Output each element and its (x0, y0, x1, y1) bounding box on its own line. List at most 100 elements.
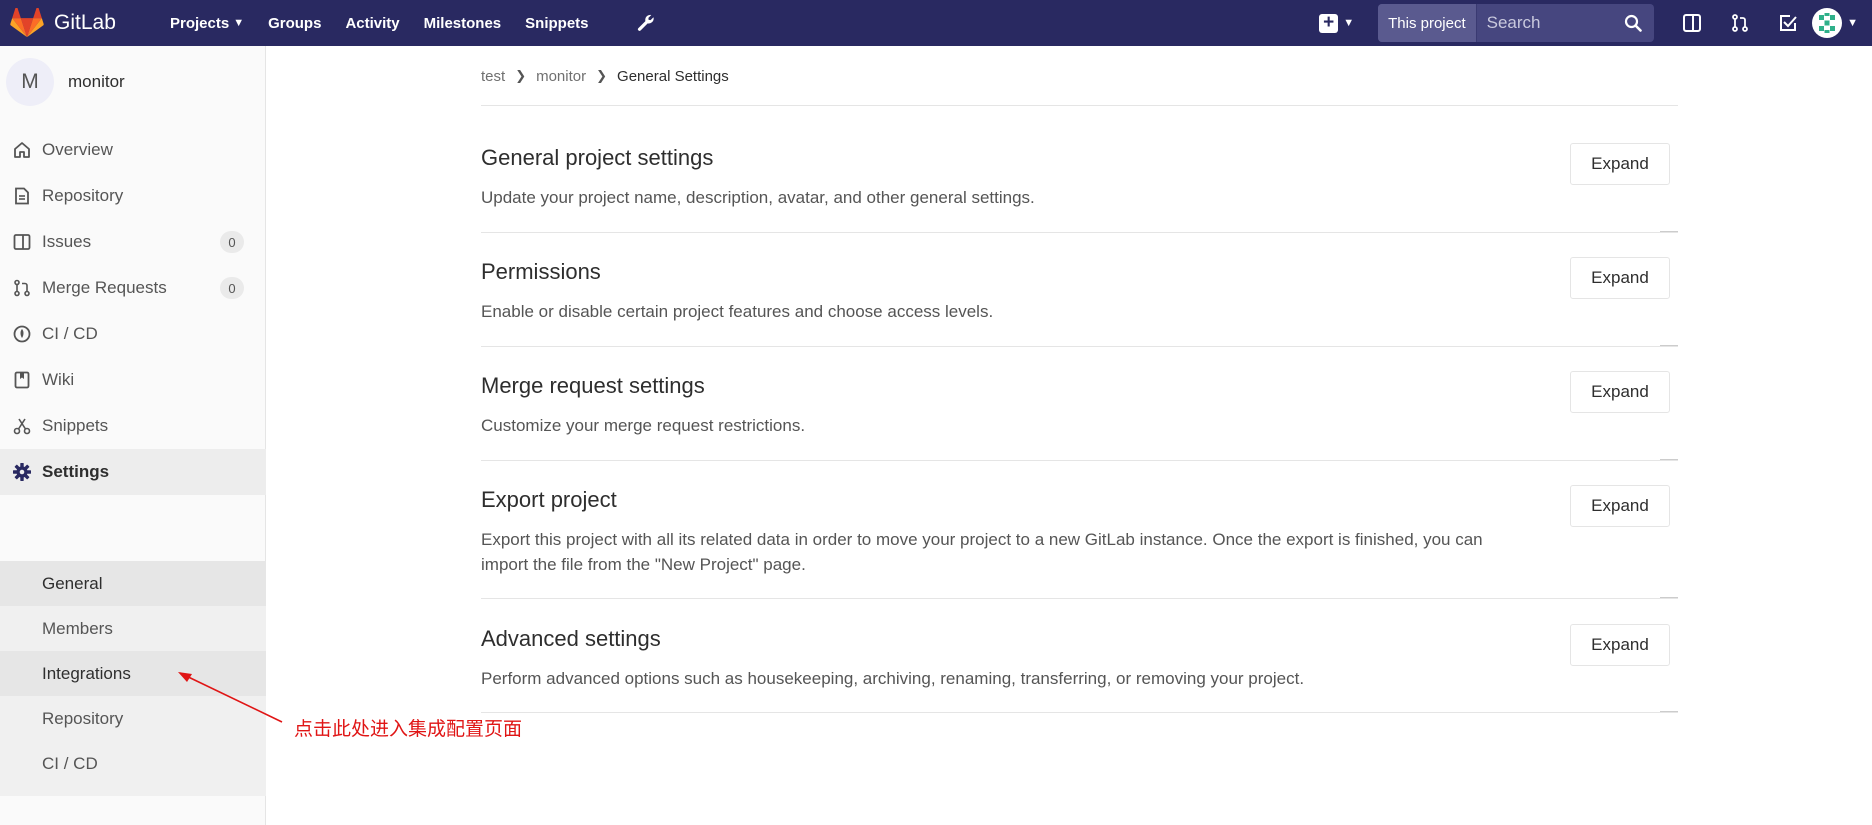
section-description: Export this project with all its related… (481, 530, 1483, 574)
issues-icon (12, 232, 32, 252)
book-icon (12, 370, 32, 390)
sidebar-item-snippets[interactable]: Snippets (0, 403, 266, 449)
chevron-down-icon: ▼ (1847, 17, 1858, 29)
expand-general-button[interactable]: Expand (1570, 143, 1670, 185)
sidebar-item-label: Wiki (42, 370, 75, 389)
merge-request-icon (1732, 14, 1749, 32)
sidebar-subitem-label: CI / CD (42, 753, 98, 773)
sidebar-item-ci-cd[interactable]: CI / CD (0, 311, 266, 357)
sidebar-item-issues[interactable]: Issues 0 (0, 219, 266, 265)
wrench-icon (637, 14, 654, 31)
sidebar-item-overview[interactable]: Overview (0, 127, 266, 173)
document-icon (12, 186, 32, 206)
project-avatar: M (6, 58, 54, 106)
section-divider (481, 231, 1678, 233)
nav-activity-label: Activity (345, 14, 400, 32)
chevron-right-icon: ❯ (596, 68, 608, 83)
sidebar-item-label: Repository (42, 186, 124, 205)
sidebar-item-label: Snippets (42, 416, 109, 435)
issues-count-badge: 0 (220, 231, 244, 253)
nav-milestones-label: Milestones (423, 14, 502, 32)
expand-merge-request-button[interactable]: Expand (1570, 371, 1670, 413)
section-divider (481, 459, 1678, 461)
section-title: General project settings (481, 145, 714, 170)
navbar-right: + ▼ This project Search ▼ (1309, 0, 1872, 46)
top-navbar: GitLab Projects ▼ Groups Activity Milest… (0, 0, 1872, 46)
search-input[interactable] (1486, 13, 1607, 33)
sidebar-toggle-button[interactable] (1668, 0, 1716, 46)
gear-icon (12, 462, 32, 482)
breadcrumb-link-project[interactable]: monitor (536, 68, 586, 85)
expand-advanced-button[interactable]: Expand (1570, 624, 1670, 666)
sidebar-item-label: Issues (42, 232, 92, 251)
nav-projects[interactable]: Projects ▼ (158, 0, 256, 46)
main-nav: Projects ▼ Groups Activity Milestones Sn… (158, 0, 669, 46)
rocket-icon (12, 324, 32, 344)
sidebar-subitem-members[interactable]: Members (0, 606, 266, 651)
sidebar-subitem-label: Repository (42, 708, 124, 728)
merge-request-icon (12, 278, 32, 298)
breadcrumb: test ❯ monitor ❯ General Settings (481, 64, 729, 88)
scissors-icon (12, 416, 32, 436)
search-scope-chip[interactable]: This project (1378, 4, 1477, 42)
nav-milestones[interactable]: Milestones (412, 0, 514, 46)
section-description: Update your project name, description, a… (481, 188, 1035, 207)
avatar (1812, 8, 1843, 38)
merge-requests-link[interactable] (1716, 0, 1764, 46)
chevron-down-icon: ▼ (1343, 17, 1355, 29)
home-icon (12, 140, 32, 160)
section-description: Customize your merge request restriction… (481, 416, 806, 435)
annotation-text: 点击此处进入集成配置页面 (294, 718, 523, 740)
new-dropdown-button[interactable]: + ▼ (1309, 0, 1364, 46)
chevron-down-icon: ▼ (233, 17, 245, 29)
nav-snippets-label: Snippets (525, 14, 589, 32)
sidebar-item-settings[interactable]: Settings (0, 449, 266, 495)
sidebar-subitem-general[interactable]: General (0, 561, 266, 606)
issues-panel-icon (1683, 14, 1702, 32)
breadcrumb-link-group[interactable]: test (481, 68, 505, 85)
sidebar-item-label: Overview (42, 140, 113, 159)
section-divider (481, 597, 1678, 599)
sidebar-item-label: CI / CD (42, 324, 98, 343)
nav-snippets[interactable]: Snippets (513, 0, 600, 46)
sidebar-subitem-label: Integrations (42, 663, 131, 683)
todos-link[interactable] (1764, 0, 1812, 46)
nav-activity[interactable]: Activity (333, 0, 411, 46)
nav-groups[interactable]: Groups (256, 0, 333, 46)
identicon-icon (1815, 11, 1840, 35)
search-box: This project (1378, 4, 1655, 42)
section-divider (481, 345, 1678, 347)
expand-export-button[interactable]: Expand (1570, 485, 1670, 527)
sidebar-subitem-label: Members (42, 618, 113, 638)
section-divider (481, 711, 1678, 713)
sidebar-item-merge-requests[interactable]: Merge Requests 0 (0, 265, 266, 311)
section-title: Permissions (481, 259, 601, 284)
section-title: Merge request settings (481, 373, 705, 398)
section-description: Perform advanced options such as houseke… (481, 669, 1305, 688)
section-description: Enable or disable certain project featur… (481, 302, 994, 321)
admin-area-link[interactable] (623, 0, 669, 46)
sidebar-project-header[interactable]: M monitor (0, 46, 265, 118)
breadcrumb-divider (481, 105, 1678, 106)
section-title: Export project (481, 487, 617, 512)
merge-requests-count-badge: 0 (220, 277, 244, 299)
sidebar-item-repository[interactable]: Repository (0, 173, 266, 219)
user-menu-button[interactable]: ▼ (1812, 0, 1872, 46)
sidebar-item-label: Merge Requests (42, 278, 167, 297)
gitlab-logo-icon (10, 8, 44, 38)
sidebar-item-label: Settings (42, 462, 110, 481)
breadcrumb-current[interactable]: General Settings (617, 68, 729, 85)
gitlab-home-link[interactable]: GitLab (0, 0, 150, 46)
nav-projects-label: Projects (170, 14, 230, 32)
todo-checkbox-icon (1780, 15, 1797, 31)
annotation-arrow-icon (178, 672, 283, 723)
section-title: Advanced settings (481, 626, 661, 651)
expand-permissions-button[interactable]: Expand (1570, 257, 1670, 299)
search-icon (1625, 14, 1642, 32)
brand-name: GitLab (54, 11, 116, 34)
chevron-right-icon: ❯ (515, 68, 527, 83)
sidebar-subitem-label: General (42, 573, 103, 593)
project-name: monitor (68, 72, 125, 91)
sidebar-subitem-ci-cd[interactable]: CI / CD (0, 741, 266, 786)
sidebar-item-wiki[interactable]: Wiki (0, 357, 266, 403)
